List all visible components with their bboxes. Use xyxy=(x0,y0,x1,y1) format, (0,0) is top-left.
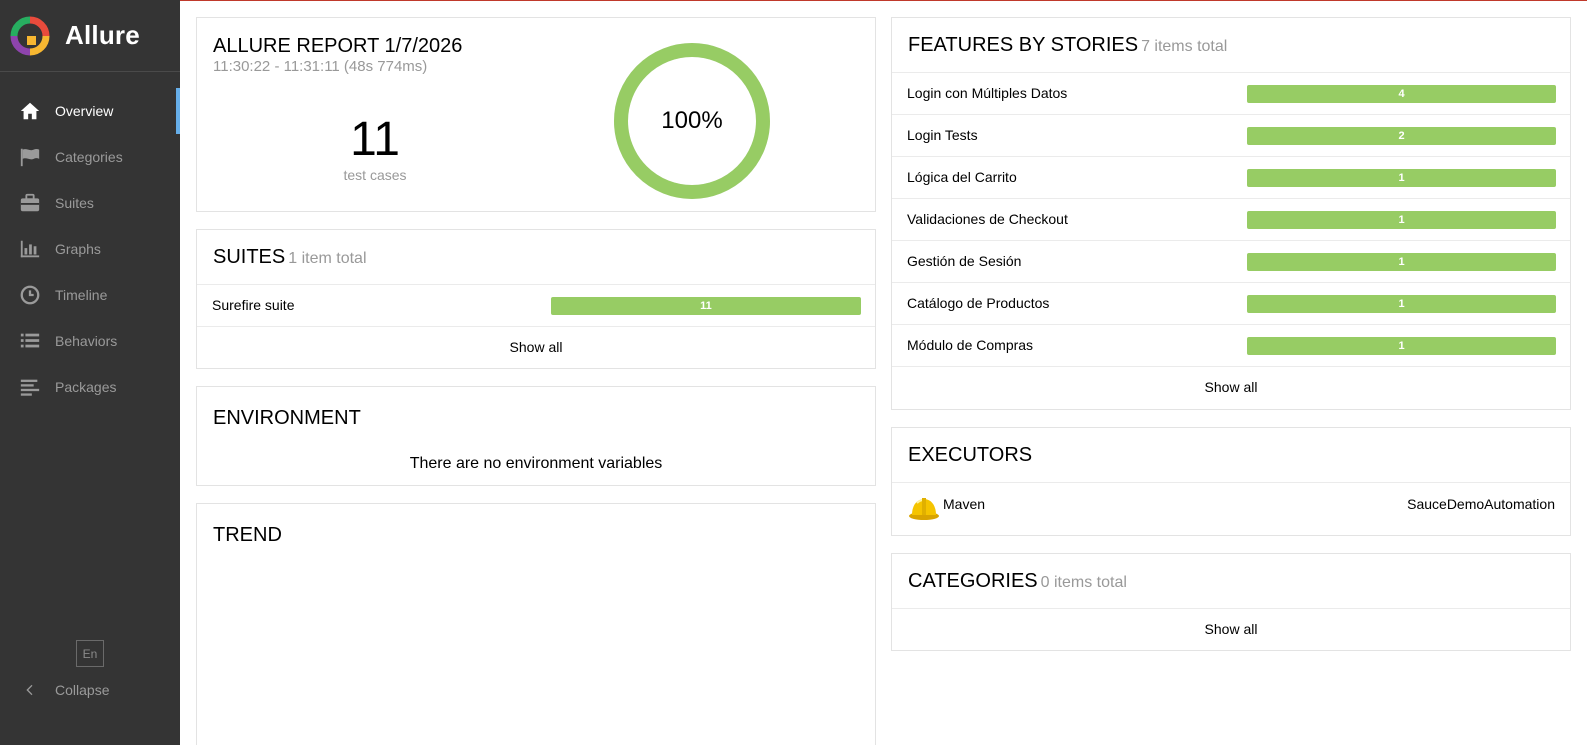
sidebar-item-label: Categories xyxy=(55,149,123,165)
suite-name: Surefire suite xyxy=(212,297,295,313)
feature-bar-passed[interactable]: 1 xyxy=(1247,337,1556,355)
sidebar-item-label: Overview xyxy=(55,103,114,119)
categories-widget: CATEGORIES 0 items total Show all xyxy=(891,553,1571,651)
widget-title: FEATURES BY STORIES xyxy=(908,34,1139,56)
language-button[interactable]: En xyxy=(76,640,104,667)
environment-widget: ENVIRONMENT There are no environment var… xyxy=(196,386,876,486)
sidebar-item-suites[interactable]: Suites xyxy=(0,180,180,226)
brand[interactable]: Allure xyxy=(0,0,180,72)
success-rate-label: 100% xyxy=(661,107,723,134)
list-icon xyxy=(18,329,42,353)
collapse-button[interactable]: Collapse xyxy=(18,678,109,702)
feature-row[interactable]: Lógica del Carrito 1 xyxy=(892,157,1570,199)
suites-header: SUITES 1 item total xyxy=(197,230,875,285)
widget-total: 7 items total xyxy=(1141,38,1228,55)
widget-total: 0 items total xyxy=(1040,574,1127,591)
widget-title: ENVIRONMENT xyxy=(213,407,361,429)
sidebar-item-graphs[interactable]: Graphs xyxy=(0,226,180,272)
top-border xyxy=(180,0,1587,1)
sidebar-item-label: Suites xyxy=(55,195,94,211)
features-header: FEATURES BY STORIES 7 items total xyxy=(892,18,1570,73)
clock-icon xyxy=(18,283,42,307)
feature-name: Login Tests xyxy=(907,127,978,143)
collapse-label: Collapse xyxy=(55,682,110,698)
sidebar-item-categories[interactable]: Categories xyxy=(0,134,180,180)
feature-name: Login con Múltiples Datos xyxy=(907,85,1068,101)
bar-chart-icon xyxy=(18,237,42,261)
features-widget: FEATURES BY STORIES 7 items total Login c… xyxy=(891,17,1571,410)
hard-hat-icon xyxy=(909,498,939,520)
suite-bar-passed[interactable]: 11 xyxy=(551,297,861,315)
sidebar: Allure Overview Categories Suites Graphs xyxy=(0,0,180,745)
executor-name: Maven xyxy=(943,496,986,512)
sidebar-item-label: Graphs xyxy=(55,241,101,257)
sidebar-item-label: Packages xyxy=(55,379,117,395)
briefcase-icon xyxy=(18,191,42,215)
executors-header: EXECUTORS xyxy=(892,428,1570,483)
suite-row[interactable]: Surefire suite 11 xyxy=(197,285,875,327)
trend-widget: TREND xyxy=(196,503,876,745)
report-title: ALLURE REPORT 1/7/2026 xyxy=(213,35,463,57)
feature-bar-passed[interactable]: 1 xyxy=(1247,211,1556,229)
feature-name: Catálogo de Productos xyxy=(907,295,1050,311)
flag-icon xyxy=(18,145,42,169)
test-case-count: 11 xyxy=(350,113,400,166)
sidebar-item-overview[interactable]: Overview xyxy=(0,88,180,134)
brand-name: Allure xyxy=(65,20,140,50)
feature-row[interactable]: Login con Múltiples Datos 4 xyxy=(892,73,1570,115)
executor-row[interactable]: Maven SauceDemoAutomation xyxy=(892,483,1570,535)
home-icon xyxy=(18,99,42,123)
feature-row[interactable]: Módulo de Compras 1 xyxy=(892,325,1570,367)
features-show-all-link[interactable]: Show all xyxy=(892,367,1570,407)
widget-total: 1 item total xyxy=(288,250,367,267)
widget-title: CATEGORIES xyxy=(908,570,1038,592)
categories-show-all-link[interactable]: Show all xyxy=(892,609,1570,649)
align-left-icon xyxy=(18,375,42,399)
widget-title: TREND xyxy=(213,524,282,546)
suites-widget: SUITES 1 item total Surefire suite 11 Sho… xyxy=(196,229,876,369)
sidebar-item-label: Behaviors xyxy=(55,333,118,349)
executor-build-name[interactable]: SauceDemoAutomation xyxy=(1407,496,1555,512)
widget-title: EXECUTORS xyxy=(908,444,1033,466)
feature-row[interactable]: Login Tests 2 xyxy=(892,115,1570,157)
feature-bar-passed[interactable]: 1 xyxy=(1247,253,1556,271)
test-case-count-label: test cases xyxy=(343,167,407,183)
widget-title: SUITES xyxy=(213,246,286,268)
feature-name: Validaciones de Checkout xyxy=(907,211,1068,227)
executors-widget: EXECUTORS Maven SauceDemoAutomation xyxy=(891,427,1571,536)
feature-row[interactable]: Catálogo de Productos 1 xyxy=(892,283,1570,325)
report-time: 11:30:22 - 11:31:11 (48s 774ms) xyxy=(213,58,428,75)
feature-name: Módulo de Compras xyxy=(907,337,1034,353)
sidebar-item-label: Timeline xyxy=(55,287,108,303)
feature-row[interactable]: Gestión de Sesión 1 xyxy=(892,241,1570,283)
feature-bar-passed[interactable]: 2 xyxy=(1247,127,1556,145)
feature-bar-passed[interactable]: 1 xyxy=(1247,169,1556,187)
feature-bar-passed[interactable]: 4 xyxy=(1247,85,1556,103)
feature-name: Gestión de Sesión xyxy=(907,253,1022,269)
sidebar-nav: Overview Categories Suites Graphs Timeli… xyxy=(0,88,180,410)
sidebar-item-packages[interactable]: Packages xyxy=(0,364,180,410)
feature-bar-passed[interactable]: 1 xyxy=(1247,295,1556,313)
chevron-left-icon xyxy=(18,678,42,702)
categories-header: CATEGORIES 0 items total xyxy=(892,554,1570,609)
summary-widget: ALLURE REPORT 1/7/2026 11:30:22 - 11:31:… xyxy=(196,17,876,212)
suites-show-all-link[interactable]: Show all xyxy=(197,327,875,367)
feature-row[interactable]: Validaciones de Checkout 1 xyxy=(892,199,1570,241)
sidebar-item-behaviors[interactable]: Behaviors xyxy=(0,318,180,364)
sidebar-item-timeline[interactable]: Timeline xyxy=(0,272,180,318)
allure-logo-icon xyxy=(10,16,50,55)
feature-name: Lógica del Carrito xyxy=(907,169,1017,185)
environment-empty-message: There are no environment variables xyxy=(409,455,663,472)
